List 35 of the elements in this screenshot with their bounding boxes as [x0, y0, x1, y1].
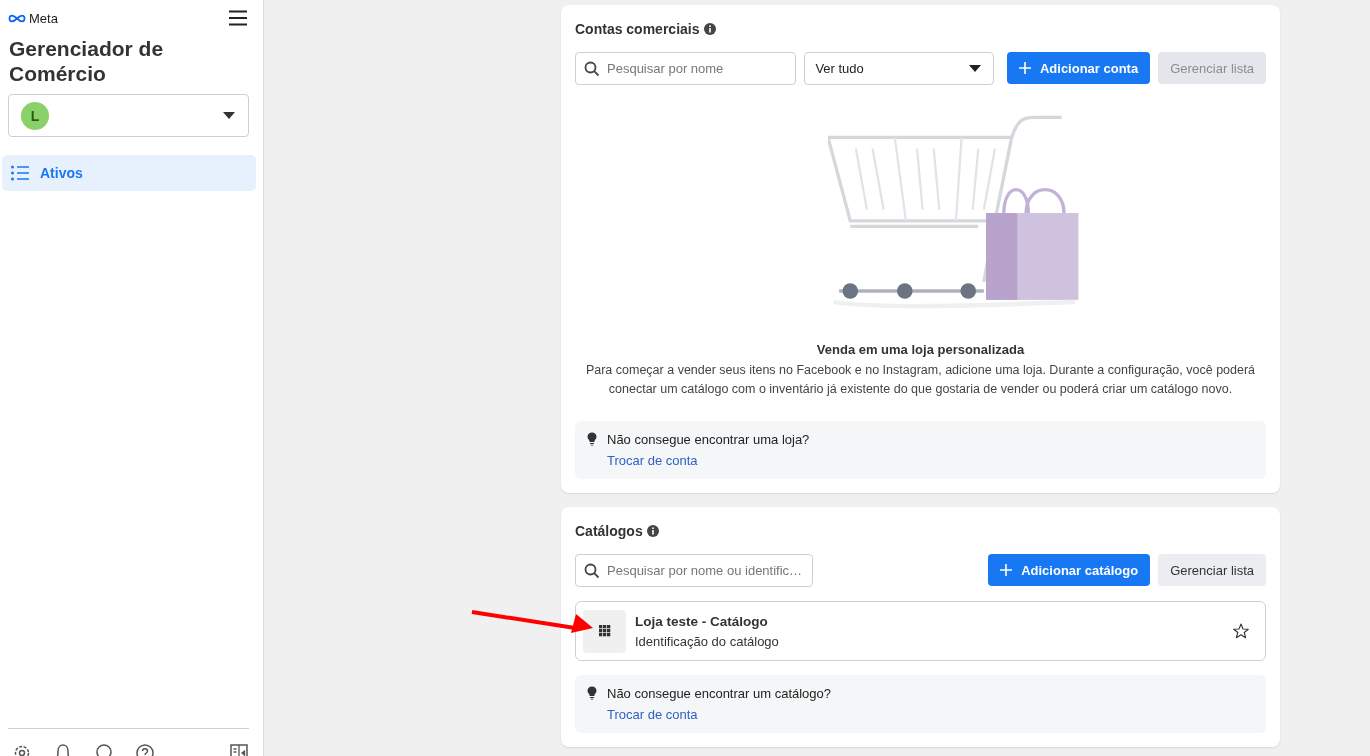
- brand-name: Meta: [29, 10, 58, 26]
- switch-account-link[interactable]: Trocar de conta: [607, 707, 698, 722]
- caret-icon: [223, 112, 235, 119]
- hint-text: Não consegue encontrar uma loja?: [607, 432, 810, 447]
- plus-icon: [1018, 62, 1031, 74]
- grid-icon: [598, 625, 611, 637]
- search-field[interactable]: Pesquisar por nome: [575, 52, 797, 85]
- app-title: Gerenciador de Comércio: [9, 36, 165, 86]
- add-button[interactable]: Adicionar conta: [1006, 52, 1151, 84]
- section-title: Catálogos: [575, 523, 643, 539]
- lightbulb-icon: [587, 432, 597, 446]
- account-avatar: L: [21, 101, 49, 130]
- empty-state-title: Venda em uma loja personalizada: [815, 342, 1026, 357]
- star-icon[interactable]: [1233, 623, 1249, 639]
- hint-text: Não consegue encontrar um catálogo?: [607, 686, 832, 701]
- nav-item[interactable]: Ativos: [2, 155, 256, 191]
- add-button[interactable]: Adicionar catálogo: [988, 554, 1151, 586]
- empty-state-description: Para começar a vender seus itens no Facebook e no Instagram, adicione uma loja. Durante a configuração, você poderá conectar um catálogo com o inventário já existente do que gostaria de vender ou poderá criar um catálogo novo.: [584, 362, 1257, 398]
- info-icon: [703, 23, 716, 35]
- switch-account-link[interactable]: Trocar de conta: [607, 453, 698, 468]
- filter-dropdown[interactable]: Ver tudo: [804, 52, 994, 85]
- info-icon: [646, 525, 659, 537]
- list-icon: [11, 165, 29, 181]
- search-field[interactable]: Pesquisar por nome ou identific…: [575, 554, 813, 587]
- plus-icon: [1000, 564, 1013, 576]
- menu-icon[interactable]: [229, 10, 247, 26]
- caret-icon: [968, 65, 981, 72]
- section-title: Contas comerciais: [575, 21, 700, 37]
- catalog-subtitle: Identificação do catálogo: [635, 633, 780, 649]
- catalog-item[interactable]: Loja teste - Catálogo Identificação do catálogo: [575, 601, 1266, 661]
- manage-list-button[interactable]: Gerenciar lista: [1158, 554, 1266, 586]
- catalog-name: Loja teste - Catálogo: [635, 613, 769, 629]
- lightbulb-icon: [587, 686, 597, 700]
- account-selector[interactable]: L: [8, 94, 249, 137]
- infinity-logo-icon: [8, 13, 26, 23]
